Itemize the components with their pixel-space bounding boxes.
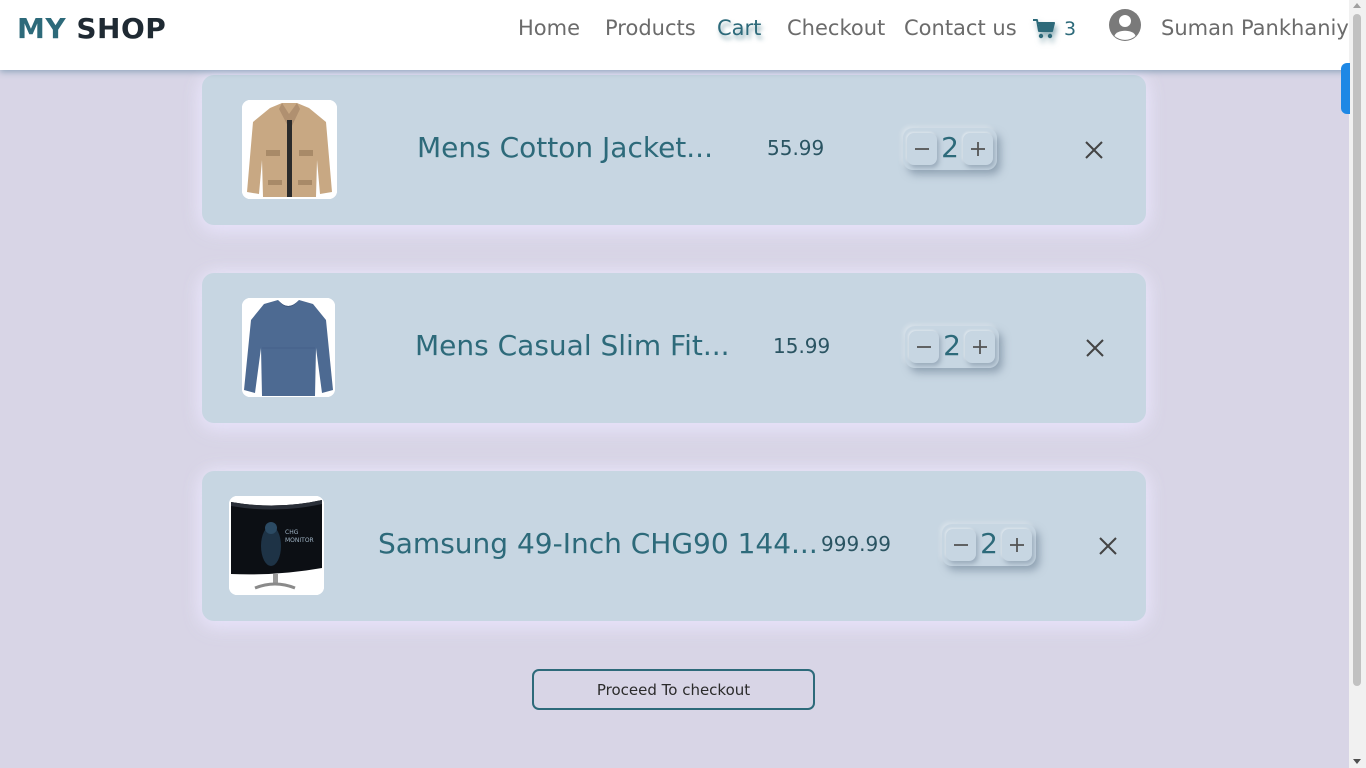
nav-home[interactable]: Home: [518, 16, 580, 40]
increase-quantity-button[interactable]: [1002, 529, 1032, 561]
quantity-stepper: 2: [905, 326, 999, 368]
close-icon[interactable]: [1083, 139, 1105, 161]
close-icon[interactable]: [1084, 337, 1106, 359]
scroll-down-arrow-icon[interactable]: [1353, 759, 1361, 764]
scrollbar-thumb[interactable]: [1353, 14, 1361, 686]
close-icon[interactable]: [1097, 535, 1119, 557]
cart-item-card: Mens Cotton Jacket... 55.99 2: [202, 75, 1146, 225]
nav-contact-us[interactable]: Contact us: [904, 16, 1017, 40]
nav-checkout[interactable]: Checkout: [787, 16, 885, 40]
svg-text:CHG: CHG: [285, 529, 299, 536]
brand-part-2: SHOP: [76, 12, 167, 45]
scrollbar[interactable]: [1349, 0, 1366, 768]
product-name[interactable]: Samsung 49-Inch CHG90 144...: [378, 527, 818, 560]
product-name[interactable]: Mens Casual Slim Fit...: [415, 329, 730, 362]
quantity-value: 2: [980, 527, 998, 560]
decrease-quantity-button[interactable]: [909, 331, 939, 363]
minus-icon: [915, 148, 929, 150]
increase-quantity-button[interactable]: [965, 331, 995, 363]
plus-icon: [1010, 538, 1024, 552]
quantity-stepper: 2: [903, 128, 997, 170]
cart-nav-button[interactable]: 3: [1032, 15, 1076, 43]
cart-item-card: Mens Casual Slim Fit... 15.99 2: [202, 273, 1146, 423]
brand-logo[interactable]: MY SHOP: [17, 12, 166, 45]
nav-products[interactable]: Products: [605, 16, 696, 40]
plus-icon: [973, 340, 987, 354]
proceed-to-checkout-button[interactable]: Proceed To checkout: [532, 669, 815, 710]
quantity-stepper: 2: [942, 524, 1036, 566]
monitor-image: CHG MONITOR: [229, 496, 324, 595]
brand-part-1: MY: [17, 12, 67, 45]
user-name[interactable]: Suman Pankhaniya: [1161, 16, 1362, 40]
shirt-image: [242, 298, 335, 397]
product-price: 999.99: [821, 532, 891, 556]
decrease-quantity-button[interactable]: [907, 133, 937, 165]
top-navbar: MY SHOP Home Products Cart Checkout Cont…: [0, 0, 1362, 70]
increase-quantity-button[interactable]: [963, 133, 993, 165]
svg-text:MONITOR: MONITOR: [285, 537, 314, 544]
product-name[interactable]: Mens Cotton Jacket...: [417, 131, 713, 164]
minus-icon: [954, 544, 968, 546]
minus-icon: [917, 346, 931, 348]
product-price: 55.99: [767, 136, 825, 160]
shopping-cart-icon: [1033, 19, 1055, 39]
user-circle-icon[interactable]: [1108, 8, 1142, 42]
scroll-up-arrow-icon[interactable]: [1353, 3, 1361, 8]
cart-count-badge: 3: [1064, 18, 1077, 40]
nav-cart[interactable]: Cart: [717, 16, 761, 40]
decrease-quantity-button[interactable]: [946, 529, 976, 561]
side-tab-handle[interactable]: [1341, 63, 1350, 114]
quantity-value: 2: [943, 329, 961, 362]
plus-icon: [971, 142, 985, 156]
jacket-image: [242, 100, 337, 199]
quantity-value: 2: [941, 131, 959, 164]
cart-item-card: CHG MONITOR Samsung 49-Inch CHG90 144...…: [202, 471, 1146, 621]
product-price: 15.99: [773, 334, 831, 358]
